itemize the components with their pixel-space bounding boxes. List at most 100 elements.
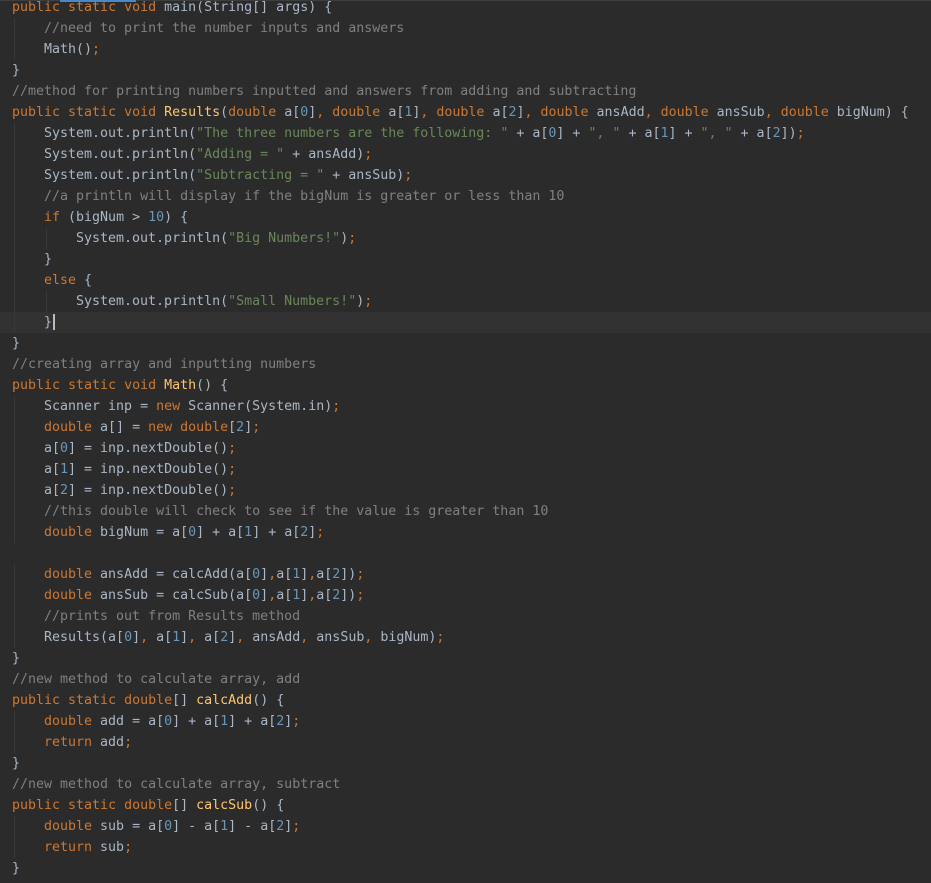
code-token: else bbox=[44, 273, 85, 288]
code-token: if bbox=[44, 210, 69, 225]
code-line[interactable]: double bigNum = a[0] + a[1] + a[2]; bbox=[12, 522, 931, 543]
code-line[interactable]: public static void Results(double a[0], … bbox=[12, 102, 931, 123]
code-line[interactable]: } bbox=[12, 333, 931, 354]
code-line[interactable]: double a[] = new double[2]; bbox=[12, 417, 931, 438]
indent-guide bbox=[14, 459, 15, 480]
code-token: ]) bbox=[340, 567, 357, 582]
code-line[interactable]: } bbox=[12, 249, 931, 270]
code-token: (bigNum > bbox=[68, 210, 149, 225]
code-line[interactable]: public static void Math() { bbox=[12, 375, 931, 396]
code-line[interactable]: double sub = a[0] - a[1] - a[2]; bbox=[12, 816, 931, 837]
code-token: //method for printing numbers inputted a… bbox=[12, 84, 637, 99]
indent-guide bbox=[14, 837, 15, 858]
code-line[interactable]: a[1] = inp.nextDouble(); bbox=[12, 459, 931, 480]
indent-guide bbox=[14, 564, 15, 585]
code-line[interactable]: //prints out from Results method bbox=[12, 606, 931, 627]
code-line[interactable]: public static double[] calcSub() { bbox=[12, 795, 931, 816]
code-line[interactable]: Scanner inp = new Scanner(System.in); bbox=[12, 396, 931, 417]
code-token: ; bbox=[356, 567, 365, 582]
code-line[interactable]: //new method to calculate array, subtrac… bbox=[12, 774, 931, 795]
code-token: , double bbox=[764, 105, 837, 120]
code-token: , bbox=[268, 588, 277, 603]
code-token: Results(a[ bbox=[44, 630, 125, 645]
code-line[interactable]: } bbox=[12, 648, 931, 669]
code-token: a[ bbox=[388, 105, 405, 120]
code-line[interactable]: System.out.println("Subtracting = " + an… bbox=[12, 165, 931, 186]
code-token: //prints out from Results method bbox=[44, 609, 301, 624]
indent-guide bbox=[14, 39, 15, 60]
code-line[interactable] bbox=[12, 543, 931, 564]
code-token: System.out.println( bbox=[76, 231, 229, 246]
code-line-content: //new method to calculate array, add bbox=[12, 669, 300, 690]
code-line[interactable]: } bbox=[12, 753, 931, 774]
code-line[interactable]: } bbox=[12, 60, 931, 81]
code-area[interactable]: public static void main(String[] args) {… bbox=[0, 0, 931, 879]
code-token: [ bbox=[228, 420, 237, 435]
code-line[interactable]: double ansSub = calcSub(a[0],a[1],a[2]); bbox=[12, 585, 931, 606]
indent-guide bbox=[14, 165, 15, 186]
code-token: } bbox=[12, 861, 21, 876]
code-line[interactable]: //need to print the number inputs and an… bbox=[12, 18, 931, 39]
code-token: 1 bbox=[172, 630, 181, 645]
code-token: a[ bbox=[156, 630, 173, 645]
code-line-content: } bbox=[12, 333, 20, 354]
code-line[interactable]: Math(); bbox=[12, 39, 931, 60]
indent-guide bbox=[14, 522, 15, 543]
code-line[interactable]: System.out.println("The three numbers ar… bbox=[12, 123, 931, 144]
code-token: + a[ bbox=[628, 126, 661, 141]
code-token: 0 bbox=[188, 525, 197, 540]
code-token: , bbox=[364, 630, 381, 645]
code-token: + ansSub) bbox=[332, 168, 405, 183]
code-line[interactable]: Results(a[0], a[1], a[2], ansAdd, ansSub… bbox=[12, 627, 931, 648]
code-token: ] - a[ bbox=[172, 819, 221, 834]
code-line[interactable]: return sub; bbox=[12, 837, 931, 858]
code-token: a[ bbox=[276, 567, 293, 582]
code-token: System.out.println( bbox=[44, 126, 197, 141]
code-line[interactable]: public static double[] calcAdd() { bbox=[12, 690, 931, 711]
code-line[interactable]: System.out.println("Adding = " + ansAdd)… bbox=[12, 144, 931, 165]
code-line[interactable]: //new method to calculate array, add bbox=[12, 669, 931, 690]
code-line[interactable]: else { bbox=[12, 270, 931, 291]
code-line[interactable]: //method for printing numbers inputted a… bbox=[12, 81, 931, 102]
code-line[interactable]: double ansAdd = calcAdd(a[0],a[1],a[2]); bbox=[12, 564, 931, 585]
code-editor[interactable]: public static void main(String[] args) {… bbox=[0, 0, 931, 883]
indent-guide bbox=[14, 186, 15, 207]
code-token: Scanner(System.in) bbox=[188, 399, 333, 414]
code-line[interactable]: a[2] = inp.nextDouble(); bbox=[12, 480, 931, 501]
code-token: 1 bbox=[220, 714, 229, 729]
code-token: public static double bbox=[12, 693, 173, 708]
code-line-content: //method for printing numbers inputted a… bbox=[12, 81, 636, 102]
code-token: 2 bbox=[60, 483, 69, 498]
indent-guide bbox=[14, 480, 15, 501]
code-line[interactable]: System.out.println("Big Numbers!"); bbox=[12, 228, 931, 249]
code-token: 2 bbox=[772, 126, 781, 141]
code-line[interactable]: //a println will display if the bigNum i… bbox=[12, 186, 931, 207]
code-token: ) { bbox=[164, 210, 189, 225]
code-line[interactable]: //this double will check to see if the v… bbox=[12, 501, 931, 522]
code-token: sub bbox=[100, 840, 125, 855]
code-line[interactable]: public static void main(String[] args) { bbox=[12, 0, 931, 18]
code-token: public static double bbox=[12, 798, 173, 813]
indent-guide bbox=[14, 732, 15, 753]
code-line[interactable]: } bbox=[0, 312, 931, 333]
code-token: ] + a[ bbox=[172, 714, 221, 729]
code-line[interactable]: } bbox=[12, 858, 931, 879]
code-line-content: } bbox=[12, 60, 20, 81]
code-line[interactable]: if (bigNum > 10) { bbox=[12, 207, 931, 228]
code-line-content: //new method to calculate array, subtrac… bbox=[12, 774, 340, 795]
code-line[interactable]: double add = a[0] + a[1] + a[2]; bbox=[12, 711, 931, 732]
code-line[interactable]: a[0] = inp.nextDouble(); bbox=[12, 438, 931, 459]
code-token: ; bbox=[292, 819, 301, 834]
code-token: } bbox=[44, 252, 53, 267]
code-token: double bbox=[44, 567, 101, 582]
code-token: } bbox=[12, 651, 21, 666]
code-line-content: double bigNum = a[0] + a[1] + a[2]; bbox=[44, 522, 324, 543]
code-token: ; bbox=[292, 714, 301, 729]
code-token: ; bbox=[404, 168, 413, 183]
indent-guide bbox=[14, 438, 15, 459]
code-line[interactable]: //creating array and inputting numbers bbox=[12, 354, 931, 375]
code-line[interactable]: return add; bbox=[12, 732, 931, 753]
code-line[interactable]: System.out.println("Small Numbers!"); bbox=[12, 291, 931, 312]
code-line-content: Results(a[0], a[1], a[2], ansAdd, ansSub… bbox=[44, 627, 444, 648]
code-token: bigNum) { bbox=[836, 105, 909, 120]
